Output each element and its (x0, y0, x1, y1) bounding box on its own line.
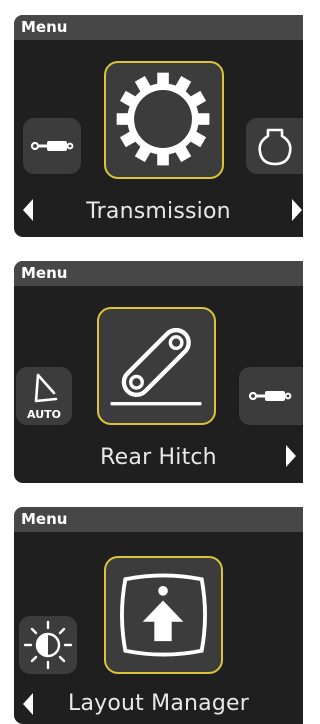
menu-option-transmission-selected[interactable] (104, 61, 224, 179)
menu-panel-transmission: Menu Transmission (14, 15, 303, 237)
selected-option-label: Layout Manager (67, 691, 249, 716)
menu-option-hydraulics[interactable] (23, 118, 81, 174)
selected-option-label: Transmission (86, 199, 231, 224)
menu-panel-layout-manager: Menu Layout Manager (14, 507, 303, 724)
menu-option-rear-hitch-selected[interactable] (97, 307, 216, 425)
menu-title: Menu (14, 261, 303, 286)
next-arrow[interactable] (286, 445, 296, 467)
rear-hitch-icon (110, 327, 202, 406)
brightness-icon (23, 620, 73, 670)
pto-shaft-icon (258, 128, 292, 166)
hydraulic-cylinder-icon (248, 391, 292, 401)
layout-manager-icon (120, 573, 207, 657)
auto-label: AUTO (27, 408, 61, 421)
menu-option-brightness[interactable] (19, 616, 77, 674)
menu-panel-rear-hitch: Menu AUTO Rear Hitch (14, 261, 303, 483)
hydraulic-cylinder-icon (30, 141, 74, 151)
menu-option-auto[interactable]: AUTO (16, 367, 72, 425)
next-arrow[interactable] (292, 199, 302, 221)
menu-option-hydraulics[interactable] (239, 367, 303, 425)
menu-option-layout-manager-selected[interactable] (104, 556, 223, 674)
menu-title: Menu (14, 15, 303, 40)
menu-option-pto[interactable] (246, 118, 303, 174)
selected-option-label: Rear Hitch (100, 445, 217, 470)
gear-icon (116, 72, 210, 166)
menu-title: Menu (14, 507, 303, 532)
